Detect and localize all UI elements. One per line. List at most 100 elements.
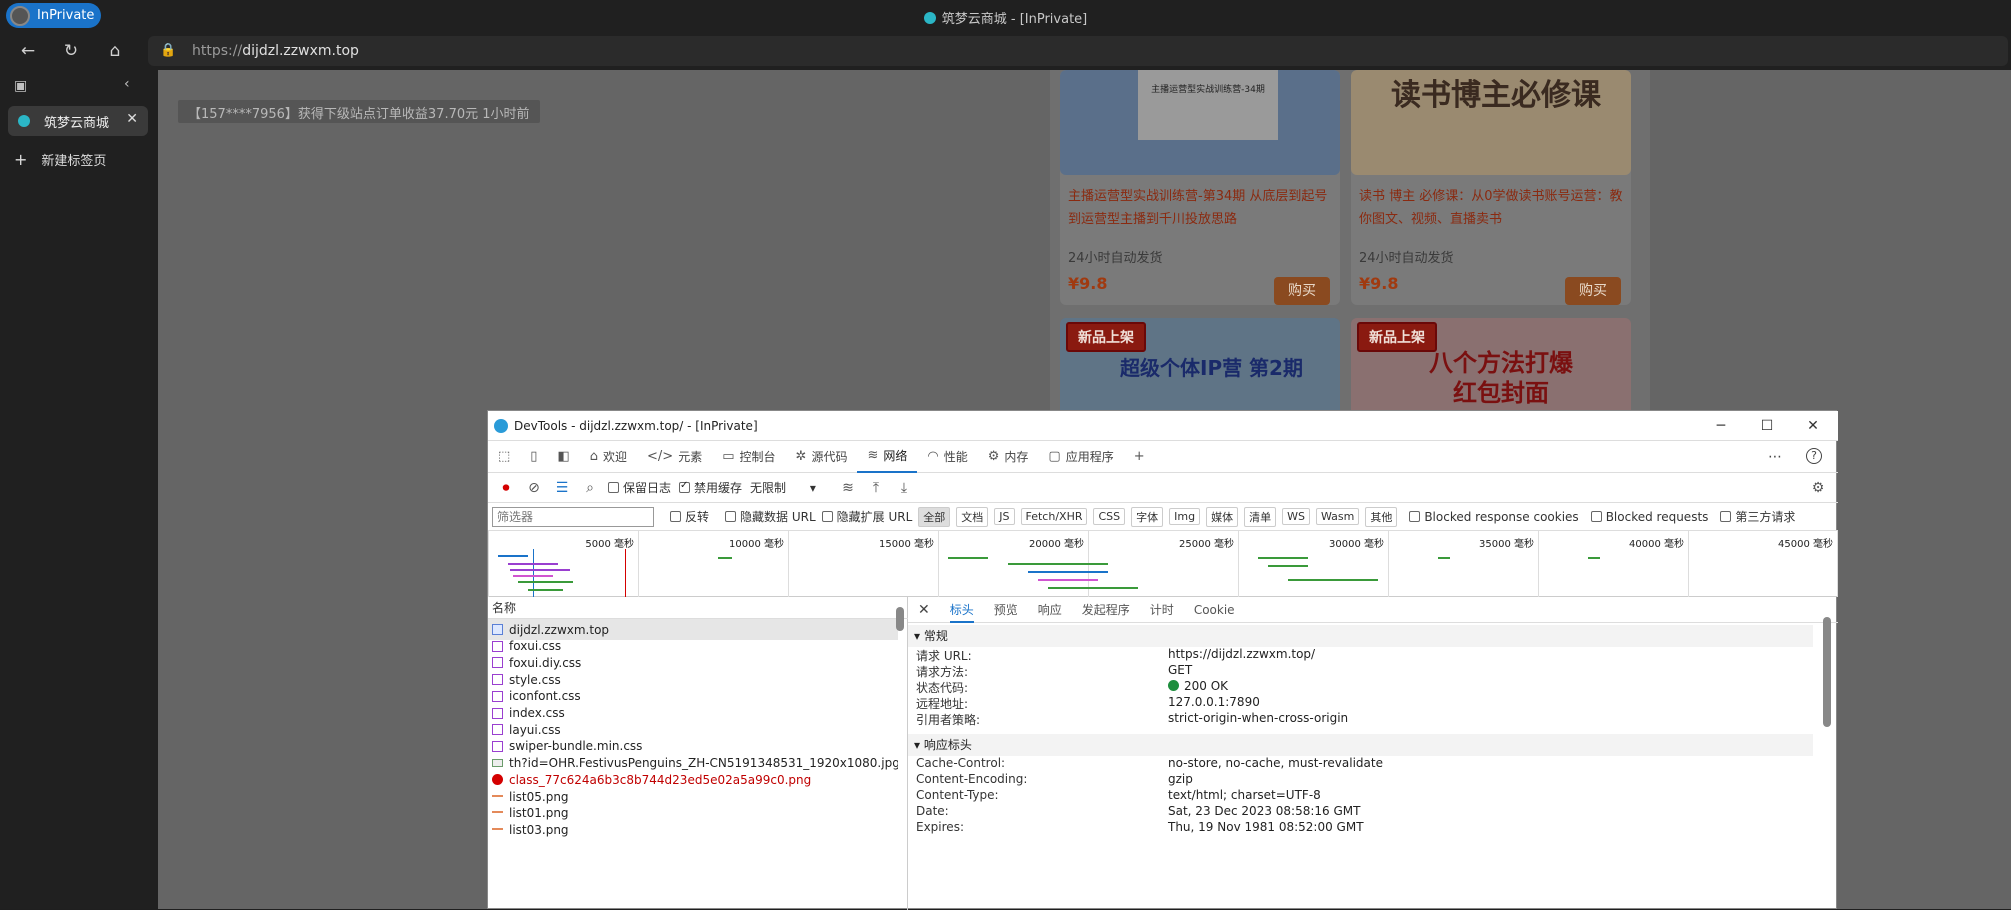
clear-icon[interactable]: ⊘ — [524, 480, 544, 496]
buy-button[interactable]: 购买 — [1565, 277, 1621, 305]
tab-preview[interactable]: 预览 — [994, 601, 1018, 618]
type-filter-xhr[interactable]: Fetch/XHR — [1020, 508, 1088, 525]
status-ok-icon — [1168, 680, 1179, 691]
search-icon[interactable]: ⌕ — [580, 480, 600, 496]
tab-elements[interactable]: </> 元素 — [637, 441, 712, 473]
product-card[interactable]: 主播运营型实战训练营-34期 主播运营型实战训练营-第34期 从底层到起号到运营… — [1060, 70, 1340, 305]
type-filter-manifest[interactable]: 清单 — [1244, 506, 1277, 527]
tab-actions-icon[interactable]: ▣ — [14, 78, 27, 94]
product-title[interactable]: 主播运营型实战训练营-第34期 从底层到起号到运营型主播到千川投放思路 — [1060, 175, 1340, 241]
filter-bar: 反转 隐藏数据 URL 隐藏扩展 URL 全部 文档 JS Fetch/XHR … — [488, 503, 1838, 531]
request-row[interactable]: list03.png — [488, 819, 898, 840]
general-section-header[interactable]: ▾ 常规 — [908, 625, 1813, 647]
header-row: Expires: Thu, 19 Nov 1981 08:52:00 GMT — [916, 820, 1816, 840]
type-filter-all[interactable]: 全部 — [918, 506, 951, 527]
throttle-select[interactable]: 无限制 ▾ — [750, 479, 830, 496]
preserve-log-label: 保留日志 — [623, 481, 672, 495]
close-tab-icon[interactable]: ✕ — [126, 111, 138, 127]
request-name: layui.css — [509, 722, 561, 737]
type-filter-font[interactable]: 字体 — [1131, 506, 1164, 527]
close-window-icon[interactable]: ✕ — [1790, 411, 1836, 441]
device-emulation-icon[interactable]: ▯ — [520, 441, 547, 473]
blocked-requests-checkbox[interactable]: Blocked requests — [1590, 510, 1708, 524]
product-card[interactable]: 读书博主必修课 读书 博主 必修课：从0学做读书账号运营：教你图文、视频、直播卖… — [1351, 70, 1631, 305]
hide-ext-url-checkbox[interactable]: 隐藏扩展 URL — [821, 508, 913, 525]
tab-application[interactable]: ▢ 应用程序 — [1038, 441, 1123, 473]
response-headers-section-header[interactable]: ▾ 响应标头 — [908, 734, 1813, 756]
product-card[interactable]: 新品上架 超级个体IP营 第2期 — [1060, 318, 1340, 418]
maximize-icon[interactable]: ☐ — [1744, 411, 1790, 441]
dock-icon[interactable]: ◧ — [547, 441, 579, 473]
header-value: Thu, 19 Nov 1981 08:52:00 GMT — [1168, 820, 1364, 834]
collapse-sidebar-icon[interactable]: ‹ — [124, 76, 130, 92]
settings-gear-icon[interactable]: ⚙ — [1808, 480, 1828, 496]
refresh-icon[interactable]: ↻ — [59, 40, 83, 64]
timeline-tick: 40000 毫秒 — [1538, 531, 1688, 597]
tab-headers[interactable]: 标头 — [949, 597, 974, 623]
type-filter-js[interactable]: JS — [994, 508, 1015, 525]
invert-checkbox[interactable]: 反转 — [670, 508, 709, 525]
tab-network[interactable]: ≋ 网络 — [857, 441, 918, 473]
filter-icon[interactable]: ☰ — [552, 480, 572, 496]
image-icon — [492, 827, 503, 832]
type-filter-img[interactable]: Img — [1169, 508, 1201, 525]
close-details-icon[interactable]: ✕ — [918, 602, 930, 618]
timeline-bar — [718, 557, 732, 559]
tab-cookies[interactable]: Cookie — [1194, 603, 1235, 617]
export-har-icon[interactable]: ⤓ — [894, 480, 914, 496]
address-bar[interactable]: 🔒 https://dijdzl.zzwxm.top — [148, 36, 2008, 66]
minimize-icon[interactable]: ─ — [1698, 411, 1744, 441]
product-title[interactable]: 读书 博主 必修课：从0学做读书账号运营：教你图文、视频、直播卖书 — [1351, 175, 1631, 241]
request-list-scrollbar[interactable] — [896, 607, 904, 631]
type-filter-wasm[interactable]: Wasm — [1315, 508, 1360, 525]
filter-input[interactable] — [492, 506, 654, 527]
section-title: 响应标头 — [923, 738, 972, 752]
tab-console[interactable]: ▭ 控制台 — [712, 441, 785, 473]
request-details-panel: ✕ 标头 预览 响应 发起程序 计时 Cookie ▾ 常规 请求 URL: ht… — [908, 597, 1838, 910]
preserve-log-checkbox[interactable]: 保留日志 — [608, 479, 671, 496]
disable-cache-checkbox[interactable]: 禁用缓存 — [679, 479, 742, 496]
type-filter-css[interactable]: CSS — [1093, 508, 1126, 525]
type-filter-doc[interactable]: 文档 — [956, 506, 989, 527]
back-arrow-icon[interactable]: ← — [16, 40, 40, 64]
type-filter-ws[interactable]: WS — [1282, 508, 1310, 525]
timeline-tick: 35000 毫秒 — [1388, 531, 1538, 597]
inspect-element-icon[interactable]: ⬚ — [488, 441, 520, 473]
details-scrollbar[interactable] — [1823, 617, 1831, 727]
image-icon — [492, 759, 503, 768]
image-icon — [492, 811, 503, 816]
tab-active[interactable]: 筑梦云商城 ✕ — [8, 106, 148, 136]
hide-ext-url-label: 隐藏扩展 URL — [836, 510, 913, 524]
network-conditions-icon[interactable]: ≋ — [838, 480, 858, 496]
network-overview-timeline[interactable]: 5000 毫秒 10000 毫秒 15000 毫秒 20000 毫秒 25000… — [488, 531, 1838, 597]
tab-initiator[interactable]: 发起程序 — [1082, 601, 1130, 618]
header-value: 200 OK — [1184, 679, 1229, 693]
import-har-icon[interactable]: ⤒ — [866, 480, 886, 496]
tab-sources[interactable]: ✲ 源代码 — [786, 441, 858, 473]
type-filter-other[interactable]: 其他 — [1365, 506, 1398, 527]
tab-welcome[interactable]: ⌂ 欢迎 — [580, 441, 637, 473]
product-card[interactable]: 新品上架 八个方法打爆 红包封面 — [1351, 318, 1631, 418]
stylesheet-icon — [492, 640, 503, 652]
home-icon[interactable]: ⌂ — [103, 40, 127, 64]
new-tab-button[interactable]: + 新建标签页 — [14, 150, 106, 169]
type-filter-media[interactable]: 媒体 — [1206, 506, 1239, 527]
tab-memory[interactable]: ⚙ 内存 — [978, 441, 1039, 473]
help-icon[interactable]: ? — [1806, 448, 1822, 464]
more-options-icon[interactable]: ⋯ — [1768, 449, 1782, 465]
site-favicon-icon — [923, 12, 936, 24]
tab-response[interactable]: 响应 — [1038, 601, 1062, 618]
blocked-cookies-label: Blocked response cookies — [1424, 509, 1579, 524]
blocked-cookies-checkbox[interactable]: Blocked response cookies — [1409, 509, 1579, 524]
buy-button[interactable]: 购买 — [1274, 277, 1330, 305]
tab-performance[interactable]: ◠ 性能 — [917, 441, 977, 473]
tab-timing[interactable]: 计时 — [1150, 601, 1174, 618]
add-tab-icon[interactable]: + — [1124, 441, 1155, 473]
timeline-bar — [513, 575, 553, 577]
hide-data-url-checkbox[interactable]: 隐藏数据 URL — [725, 508, 816, 525]
devtools-titlebar: DevTools - dijdzl.zzwxm.top/ - [InPrivat… — [488, 411, 1838, 441]
record-icon[interactable]: ⏺ — [496, 480, 516, 496]
disable-cache-label: 禁用缓存 — [694, 481, 743, 495]
third-party-checkbox[interactable]: 第三方请求 — [1720, 508, 1795, 525]
name-column-header[interactable]: 名称 — [488, 597, 908, 619]
